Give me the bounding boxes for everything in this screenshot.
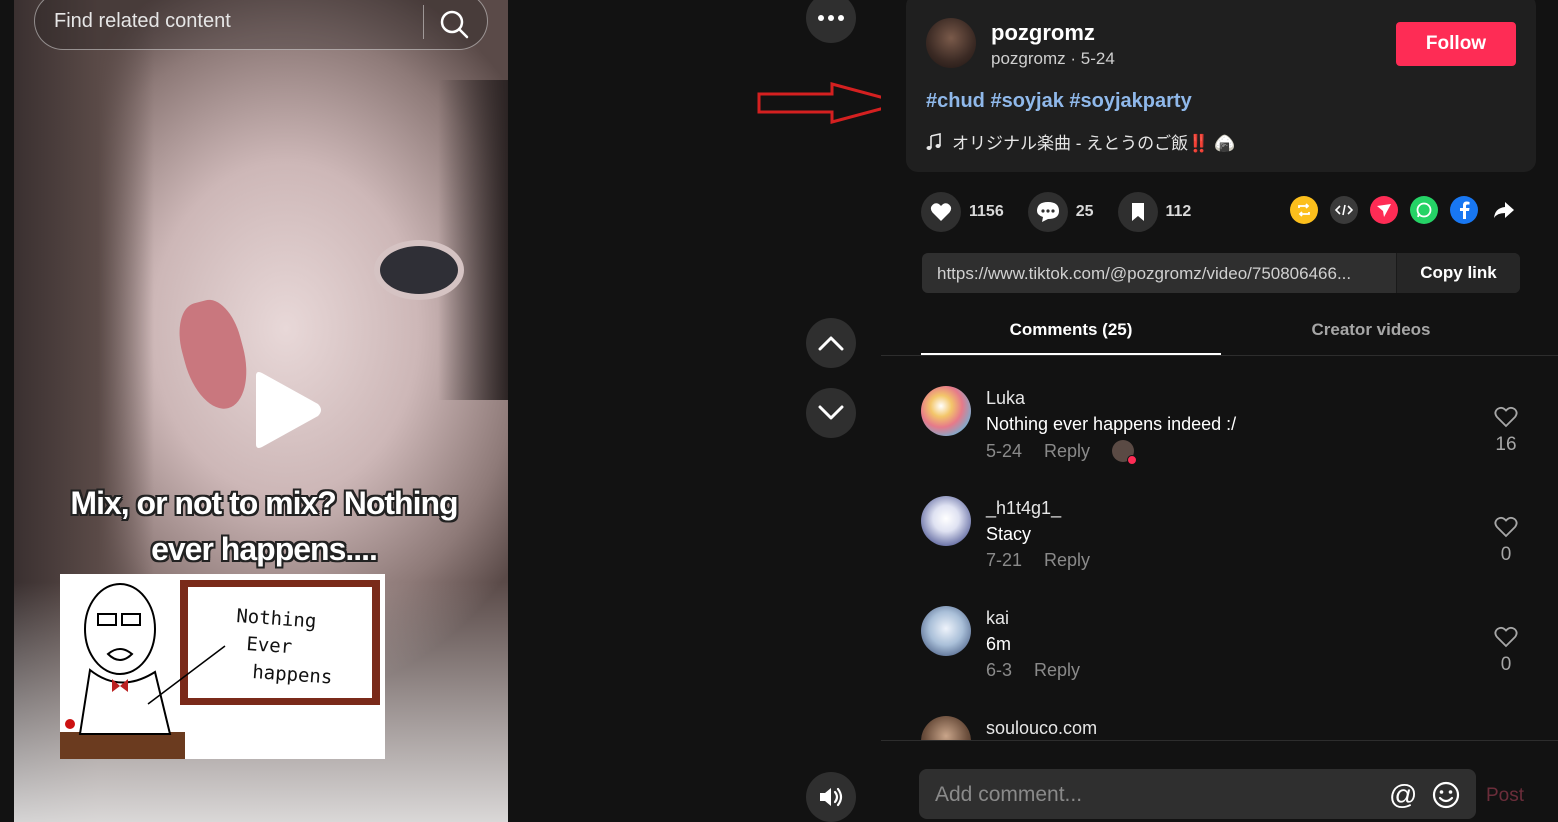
comment-like[interactable]: 16: [1481, 406, 1531, 456]
follow-button[interactable]: Follow: [1396, 22, 1516, 66]
active-tab-indicator: [921, 353, 1221, 355]
comment-item: kai 6m 6-3 Reply 0: [921, 606, 1521, 706]
creator-liked-icon: [1112, 440, 1138, 465]
save-button[interactable]: [1117, 192, 1158, 232]
search-input[interactable]: Find related content: [54, 10, 231, 33]
heart-outline-icon: [1494, 516, 1518, 538]
comment-username[interactable]: soulouco.com: [986, 718, 1097, 739]
volume-button[interactable]: [806, 772, 856, 822]
reply-button[interactable]: Reply: [1044, 550, 1090, 571]
meme-image: Nothing Ever happens: [60, 574, 385, 759]
search-bar[interactable]: Find related content: [34, 0, 488, 50]
avatar[interactable]: [921, 716, 971, 740]
tab-comments[interactable]: Comments (25): [921, 320, 1221, 340]
comment-username[interactable]: _h1t4g1_: [986, 498, 1061, 519]
comment-list[interactable]: Luka Nothing ever happens indeed :/ 5-24…: [881, 358, 1558, 741]
comment-item: soulouco.com: [921, 716, 1521, 740]
more-icon: [818, 15, 844, 21]
chevron-up-icon: [818, 336, 844, 351]
share-link-url[interactable]: https://www.tiktok.com/@pozgromz/video/7…: [937, 264, 1399, 284]
repost-icon[interactable]: [1290, 196, 1318, 224]
comment-input[interactable]: Add comment...: [935, 783, 1082, 807]
whatsapp-icon[interactable]: [1410, 196, 1438, 224]
heart-outline-icon: [1494, 626, 1518, 648]
comment-button[interactable]: [1027, 192, 1068, 232]
embed-icon[interactable]: [1330, 196, 1358, 224]
post-info-card: pozgromz pozgromz · 5-24 Follow #chud #s…: [906, 0, 1536, 172]
music-title: オリジナル楽曲 - えとうのご飯‼️ 🍙: [952, 134, 1236, 153]
tiktok-video-page: Mix, or not to mix? Nothing ever happens…: [0, 0, 1558, 822]
hashtags[interactable]: #chud #soyjak #soyjakparty: [926, 90, 1192, 113]
search-divider: [423, 5, 424, 39]
like-count: 1156: [969, 203, 1004, 220]
comment-count: 25: [1075, 203, 1094, 220]
comment-composer[interactable]: Add comment... @: [919, 769, 1476, 819]
comment-text: Nothing ever happens indeed :/: [986, 414, 1237, 434]
music-note-icon: [926, 132, 941, 150]
comment-like-count: 16: [1495, 434, 1517, 455]
save-count: 112: [1165, 203, 1192, 220]
comment-date: 5-24: [986, 440, 1023, 461]
comment-icon: [1036, 202, 1059, 222]
comment-username[interactable]: Luka: [986, 388, 1025, 409]
facebook-icon[interactable]: [1450, 196, 1478, 224]
bookmark-icon: [1131, 203, 1144, 221]
video-frame-detail: [374, 240, 464, 300]
comment-meta: 6-3 Reply: [986, 660, 1080, 681]
comment-like[interactable]: 0: [1481, 516, 1531, 566]
comment-item: Luka Nothing ever happens indeed :/ 5-24…: [921, 386, 1521, 486]
comment-username[interactable]: kai: [986, 608, 1009, 629]
avatar[interactable]: [921, 386, 971, 436]
share-row: [1290, 196, 1518, 224]
caption-line: Mix, or not to mix? Nothing: [70, 485, 458, 521]
engagement-stats: 1156 25 112: [921, 192, 1215, 232]
comment-meta: 7-21 Reply: [986, 550, 1090, 571]
next-video-button[interactable]: [806, 388, 856, 438]
details-panel: pozgromz pozgromz · 5-24 Follow #chud #s…: [881, 0, 1558, 822]
like-stat[interactable]: 1156: [921, 192, 1004, 232]
music-info[interactable]: オリジナル楽曲 - えとうのご飯‼️ 🍙: [926, 129, 1235, 154]
post-comment-button[interactable]: Post: [1486, 785, 1524, 807]
meme-text-line: Ever: [246, 633, 293, 658]
comment-meta: 5-24 Reply: [986, 440, 1138, 465]
reply-button[interactable]: Reply: [1044, 441, 1090, 462]
video-frame-shade: [438, 80, 508, 400]
caption-line: ever happens....: [151, 531, 378, 567]
volume-icon: [820, 787, 843, 807]
author-name[interactable]: pozgromz: [991, 20, 1095, 46]
save-stat[interactable]: 112: [1117, 192, 1192, 232]
reply-button[interactable]: Reply: [1034, 660, 1080, 681]
comment-stat[interactable]: 25: [1027, 192, 1094, 232]
comment-like-count: 0: [1500, 544, 1512, 565]
comment-text: Stacy: [986, 524, 1032, 544]
play-icon[interactable]: [234, 370, 324, 450]
panel-tabs: Comments (25) Creator videos: [881, 310, 1558, 356]
avatar[interactable]: [926, 18, 976, 68]
mention-icon[interactable]: @: [1389, 779, 1417, 811]
search-icon[interactable]: [437, 7, 471, 41]
comment-text: 6m: [986, 634, 1012, 654]
comment-date: 6-3: [986, 660, 1013, 680]
heart-icon: [930, 203, 952, 221]
video-player[interactable]: Mix, or not to mix? Nothing ever happens…: [14, 0, 508, 822]
soyjak-teacher-drawing: Nothing Ever happens: [60, 574, 385, 759]
comment-date: 7-21: [986, 550, 1023, 570]
copy-link-button[interactable]: Copy link: [1396, 253, 1520, 293]
share-link-box: https://www.tiktok.com/@pozgromz/video/7…: [922, 253, 1520, 293]
like-button[interactable]: [921, 192, 961, 232]
tab-creator-videos[interactable]: Creator videos: [1221, 320, 1521, 340]
comment-item: _h1t4g1_ Stacy 7-21 Reply 0: [921, 496, 1521, 596]
video-caption: Mix, or not to mix? Nothing ever happens…: [34, 480, 494, 572]
previous-video-button[interactable]: [806, 318, 856, 368]
heart-outline-icon: [1494, 406, 1518, 428]
emoji-icon[interactable]: [1431, 780, 1461, 810]
author-subtitle: pozgromz · 5-24: [991, 49, 1115, 68]
avatar[interactable]: [921, 606, 971, 656]
send-icon[interactable]: [1370, 196, 1398, 224]
share-icon[interactable]: [1490, 196, 1518, 224]
avatar[interactable]: [921, 496, 971, 546]
comment-like[interactable]: 0: [1481, 626, 1531, 676]
chevron-down-icon: [818, 405, 844, 420]
comment-like-count: 0: [1500, 654, 1512, 675]
